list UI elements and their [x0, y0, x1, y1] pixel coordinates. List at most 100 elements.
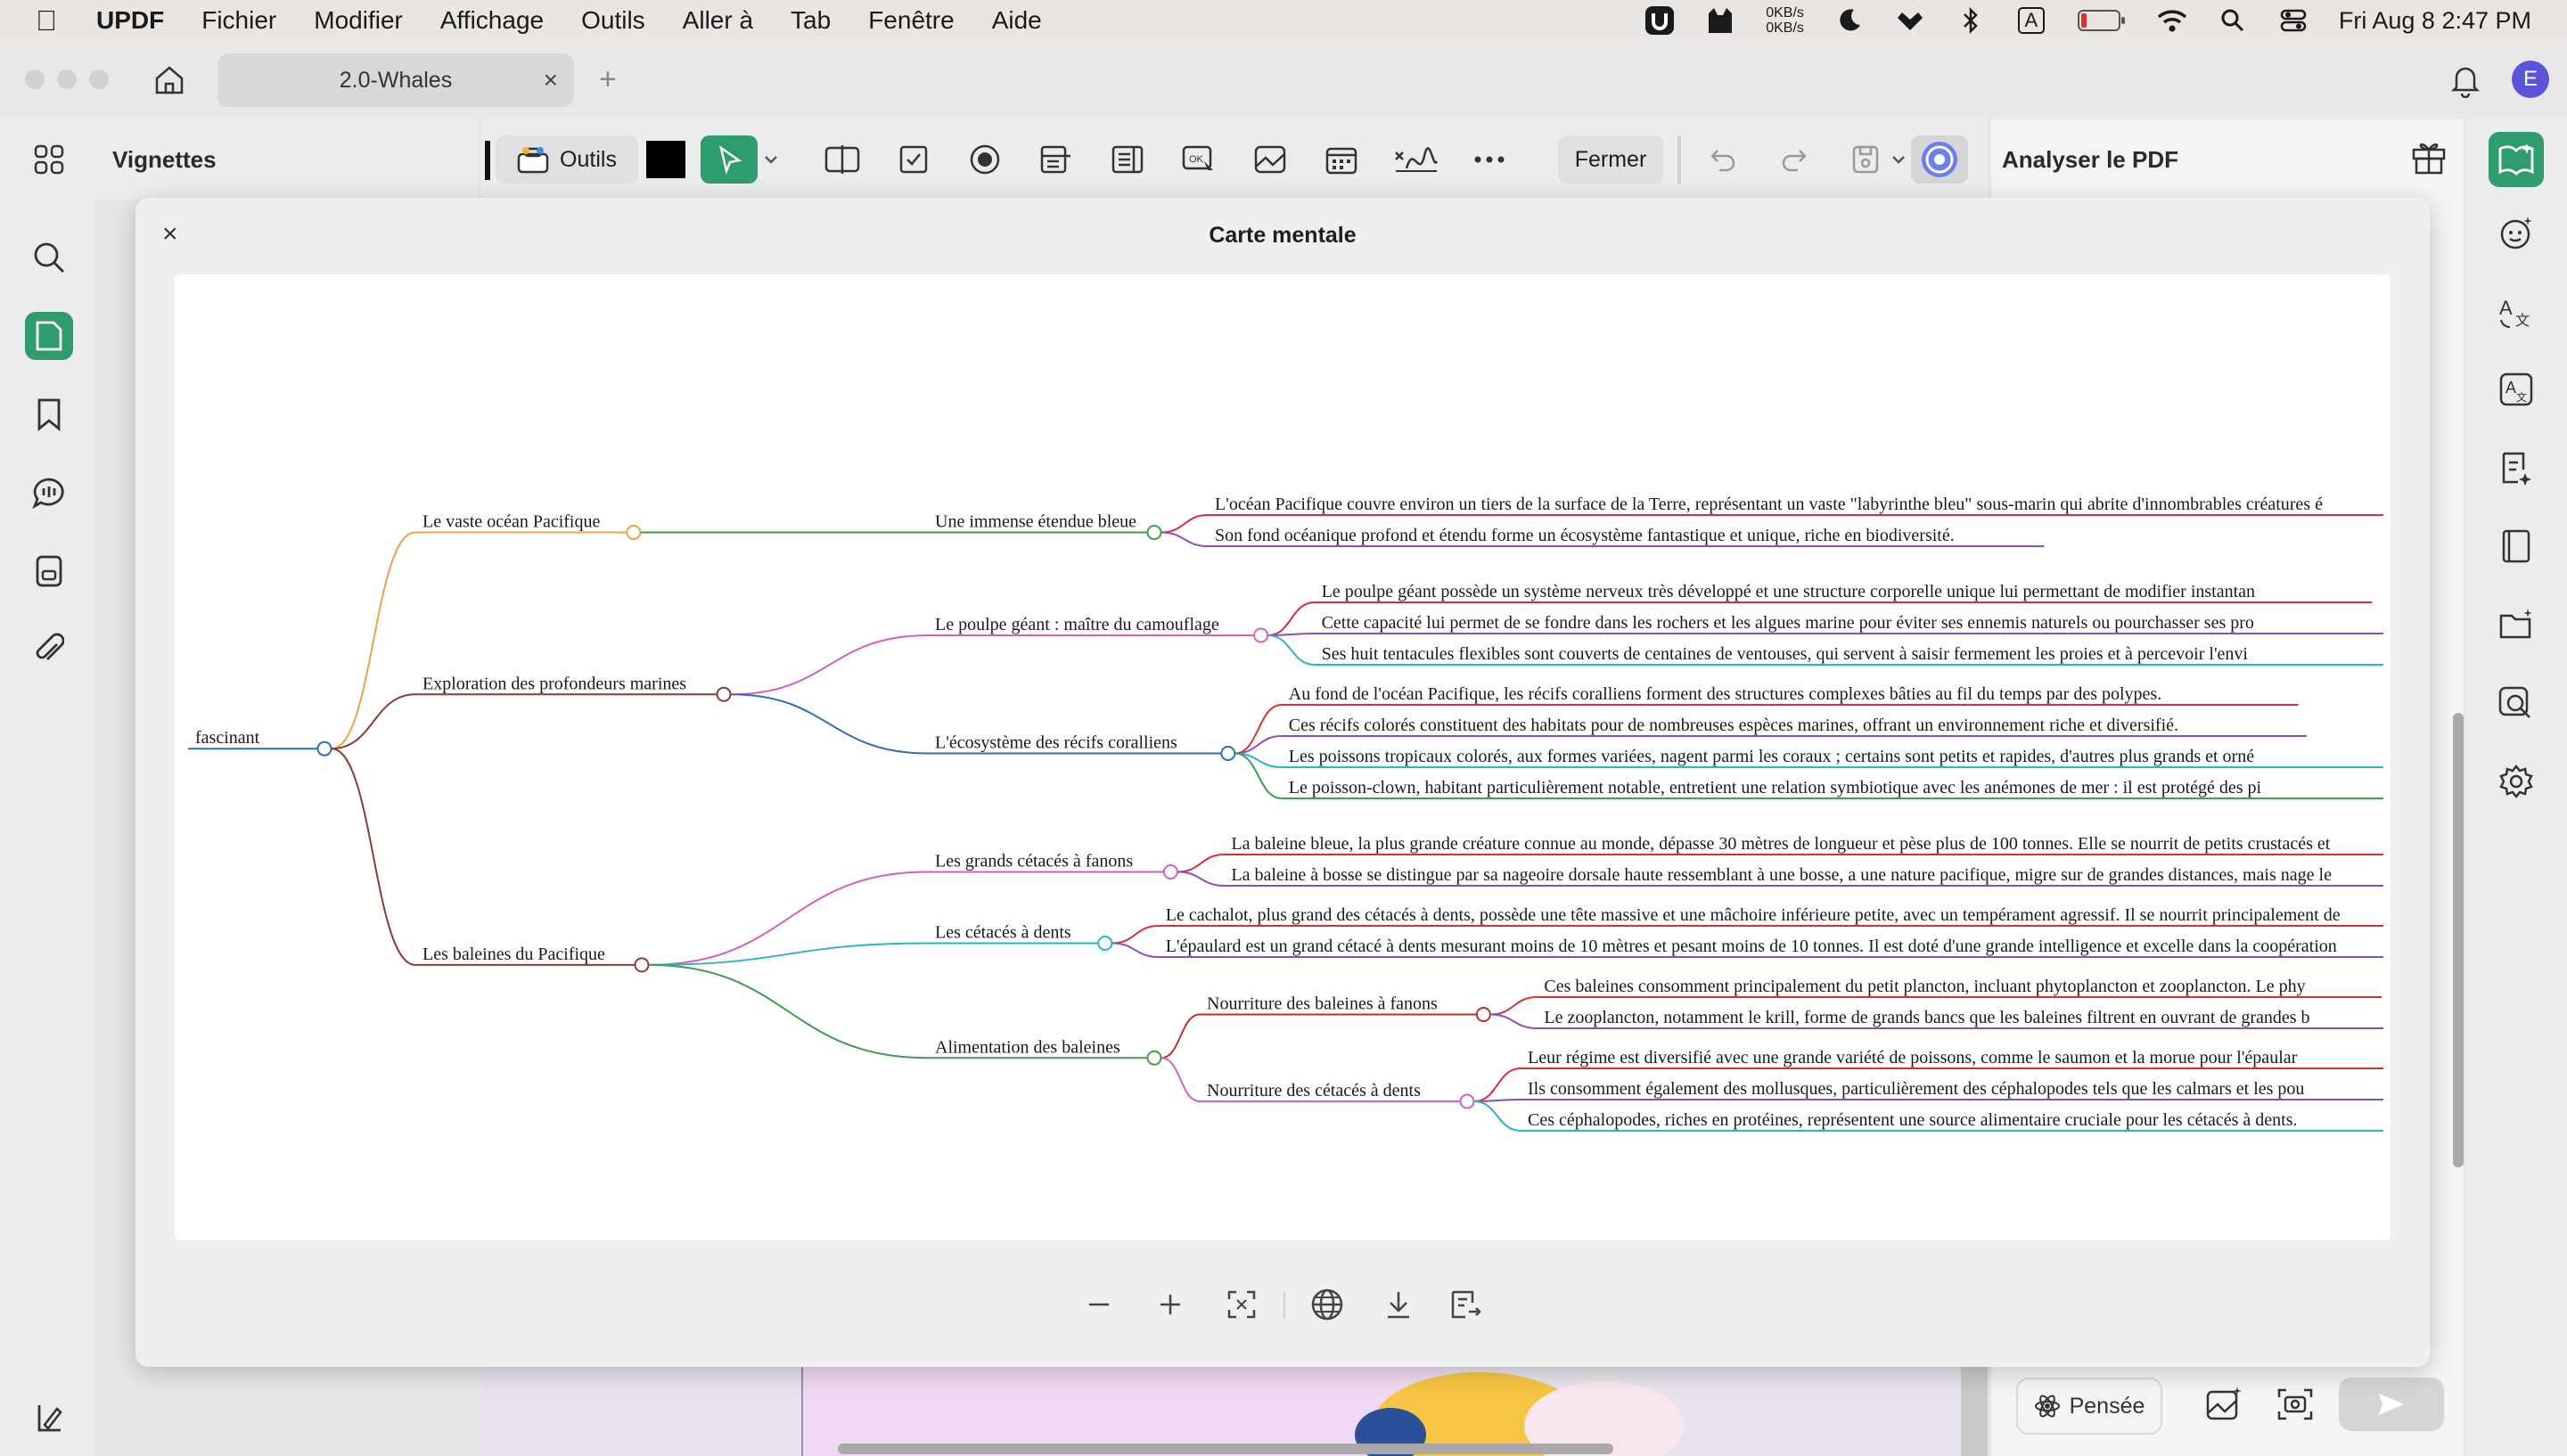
gift-icon[interactable]: [2410, 137, 2448, 181]
signature-icon[interactable]: [1389, 135, 1442, 184]
ocr-translate-icon[interactable]: A文: [2492, 365, 2540, 413]
send-button[interactable]: [2339, 1378, 2444, 1431]
battery-icon[interactable]: [2077, 7, 2127, 34]
clock[interactable]: Fri Aug 8 2:47 PM: [2339, 7, 2531, 35]
menu-affichage[interactable]: Affichage: [440, 6, 544, 35]
tab-close-icon[interactable]: ×: [544, 66, 558, 94]
mind-map-leaf[interactable]: La baleine bleue, la plus grande créatur…: [1231, 834, 2330, 854]
avatar[interactable]: E: [2512, 61, 2549, 98]
globe-icon[interactable]: [1303, 1280, 1351, 1329]
wifi-icon[interactable]: [2157, 7, 2187, 34]
layers-icon[interactable]: [25, 1394, 73, 1442]
select-tool-button[interactable]: [701, 135, 758, 184]
document-form-icon[interactable]: [25, 547, 73, 595]
mind-map-leaf[interactable]: Ces baleines consomment principalement d…: [1544, 977, 2305, 996]
new-tab-icon[interactable]: +: [599, 62, 617, 97]
mind-map-leaf[interactable]: Ces récifs colorés constituent des habit…: [1289, 716, 2178, 735]
mind-map-node[interactable]: Une immense étendue bleue: [935, 512, 1136, 532]
mind-map-leaf[interactable]: Leur régime est diversifié avec une gran…: [1528, 1048, 2298, 1067]
updf-status-icon[interactable]: [1644, 6, 1675, 35]
collapse-toggle[interactable]: [716, 686, 732, 702]
collapse-toggle[interactable]: [1162, 864, 1178, 879]
chevron-down-icon[interactable]: [759, 135, 783, 184]
mind-map-node[interactable]: Exploration des profondeurs marines: [422, 674, 686, 693]
collapse-toggle[interactable]: [634, 957, 650, 973]
mind-map-leaf[interactable]: L'épaulard est un grand cétacé à dents m…: [1166, 937, 2337, 956]
mind-map-leaf[interactable]: La baleine à bosse se distingue par sa n…: [1231, 865, 2332, 885]
mind-map-leaf[interactable]: Ses huit tentacules flexibles sont couve…: [1322, 644, 2249, 664]
mind-map-leaf[interactable]: Son fond océanique profond et étendu for…: [1215, 526, 1955, 545]
bookmark-icon[interactable]: [25, 390, 73, 438]
mind-map-node[interactable]: Le vaste océan Pacifique: [422, 512, 600, 532]
mind-map-leaf[interactable]: Au fond de l'océan Pacifique, les récifs…: [1289, 684, 2161, 704]
mind-map-node[interactable]: Le poulpe géant : maître du camouflage: [935, 615, 1219, 634]
mind-map-node[interactable]: L'écosystème des récifs coralliens: [935, 733, 1177, 753]
menu-aller-a[interactable]: Aller à: [683, 6, 753, 35]
more-options-icon[interactable]: [1465, 135, 1513, 184]
search-icon[interactable]: [25, 233, 73, 282]
collapse-toggle[interactable]: [1459, 1093, 1475, 1109]
combo-box-icon[interactable]: [1032, 135, 1080, 184]
screenshot-icon[interactable]: [2276, 1386, 2314, 1427]
book-icon[interactable]: [2492, 522, 2540, 570]
checkbox-icon[interactable]: [890, 135, 938, 184]
mind-map-leaf[interactable]: Le poulpe géant possède un système nerve…: [1322, 582, 2255, 601]
root-collapse-toggle[interactable]: [316, 740, 332, 757]
color-swatch[interactable]: [645, 135, 686, 184]
ai-chat-icon[interactable]: [2492, 209, 2540, 257]
mind-map-node[interactable]: Alimentation des baleines: [935, 1037, 1120, 1057]
bluetooth-icon[interactable]: [1956, 7, 1986, 34]
control-center-icon[interactable]: [2278, 7, 2309, 34]
settings-gear-icon[interactable]: [2492, 757, 2540, 806]
mind-map-leaf[interactable]: Cette capacité lui permet de se fondre d…: [1322, 613, 2254, 633]
mind-map-node[interactable]: Les grands cétacés à fanons: [935, 852, 1133, 871]
keyboard-input-icon[interactable]: A: [2016, 7, 2046, 34]
collapse-toggle[interactable]: [1146, 525, 1162, 540]
image-field-icon[interactable]: [1246, 135, 1294, 184]
list-box-icon[interactable]: [1103, 135, 1152, 184]
menu-outils[interactable]: Outils: [581, 6, 645, 35]
menu-tab[interactable]: Tab: [791, 6, 831, 35]
vertical-scrollbar[interactable]: [2453, 713, 2464, 1167]
mind-map-node[interactable]: Les cétacés à dents: [935, 923, 1071, 943]
mind-map-node[interactable]: Nourriture des baleines à fanons: [1207, 994, 1438, 1014]
mind-map-root-node[interactable]: fascinant: [195, 728, 260, 748]
download-icon[interactable]: [1374, 1280, 1423, 1329]
mind-map-leaf[interactable]: Ces céphalopodes, riches en protéines, r…: [1528, 1110, 2298, 1130]
horizontal-scrollbar[interactable]: [838, 1444, 1613, 1454]
window-zoom-button[interactable]: [89, 70, 109, 89]
tools-button[interactable]: Outils: [496, 135, 638, 184]
redo-icon[interactable]: [1770, 135, 1818, 184]
mind-map-leaf[interactable]: Ils consomment également des mollusques,…: [1528, 1079, 2304, 1099]
ai-document-icon[interactable]: [2492, 444, 2540, 492]
ai-assistant-button[interactable]: [1911, 135, 1968, 184]
mind-map-leaf[interactable]: Le poisson-clown, habitant particulièrem…: [1289, 778, 2262, 798]
app-menu[interactable]: UPDF: [96, 6, 164, 35]
home-icon[interactable]: [152, 62, 187, 98]
menu-modifier[interactable]: Modifier: [314, 6, 403, 35]
collapse-toggle[interactable]: [1146, 1050, 1162, 1066]
cat-status-icon[interactable]: [1705, 7, 1735, 34]
date-field-icon[interactable]: [1317, 135, 1366, 184]
collapse-toggle[interactable]: [1097, 936, 1113, 951]
collapse-toggle[interactable]: [1253, 627, 1269, 643]
mind-map-leaf[interactable]: Le zooplancton, notamment le krill, form…: [1544, 1008, 2309, 1027]
image-ai-icon[interactable]: [2205, 1386, 2243, 1427]
insert-to-document-icon[interactable]: [1442, 1280, 1490, 1329]
zoom-in-icon[interactable]: [1146, 1280, 1194, 1329]
window-minimize-button[interactable]: [57, 70, 77, 89]
moon-icon[interactable]: [1834, 7, 1865, 34]
translate-icon[interactable]: A文: [2492, 287, 2540, 335]
save-icon[interactable]: [1841, 135, 1890, 184]
menu-aide[interactable]: Aide: [992, 6, 1042, 35]
mind-map-node[interactable]: Nourriture des cétacés à dents: [1207, 1081, 1421, 1100]
document-tab[interactable]: 2.0-Whales ×: [217, 53, 574, 107]
mind-map-canvas[interactable]: fascinant Le vaste océan Pacifique Une imm…: [175, 274, 2391, 1240]
undo-icon[interactable]: [1699, 135, 1747, 184]
button-field-icon[interactable]: OK: [1175, 135, 1223, 184]
attachment-icon[interactable]: [25, 626, 73, 674]
window-close-button[interactable]: [25, 70, 45, 89]
menu-fenetre[interactable]: Fenêtre: [868, 6, 955, 35]
notification-bell-icon[interactable]: [2449, 62, 2481, 102]
mind-map-leaf[interactable]: Le cachalot, plus grand des cétacés à de…: [1166, 905, 2341, 925]
